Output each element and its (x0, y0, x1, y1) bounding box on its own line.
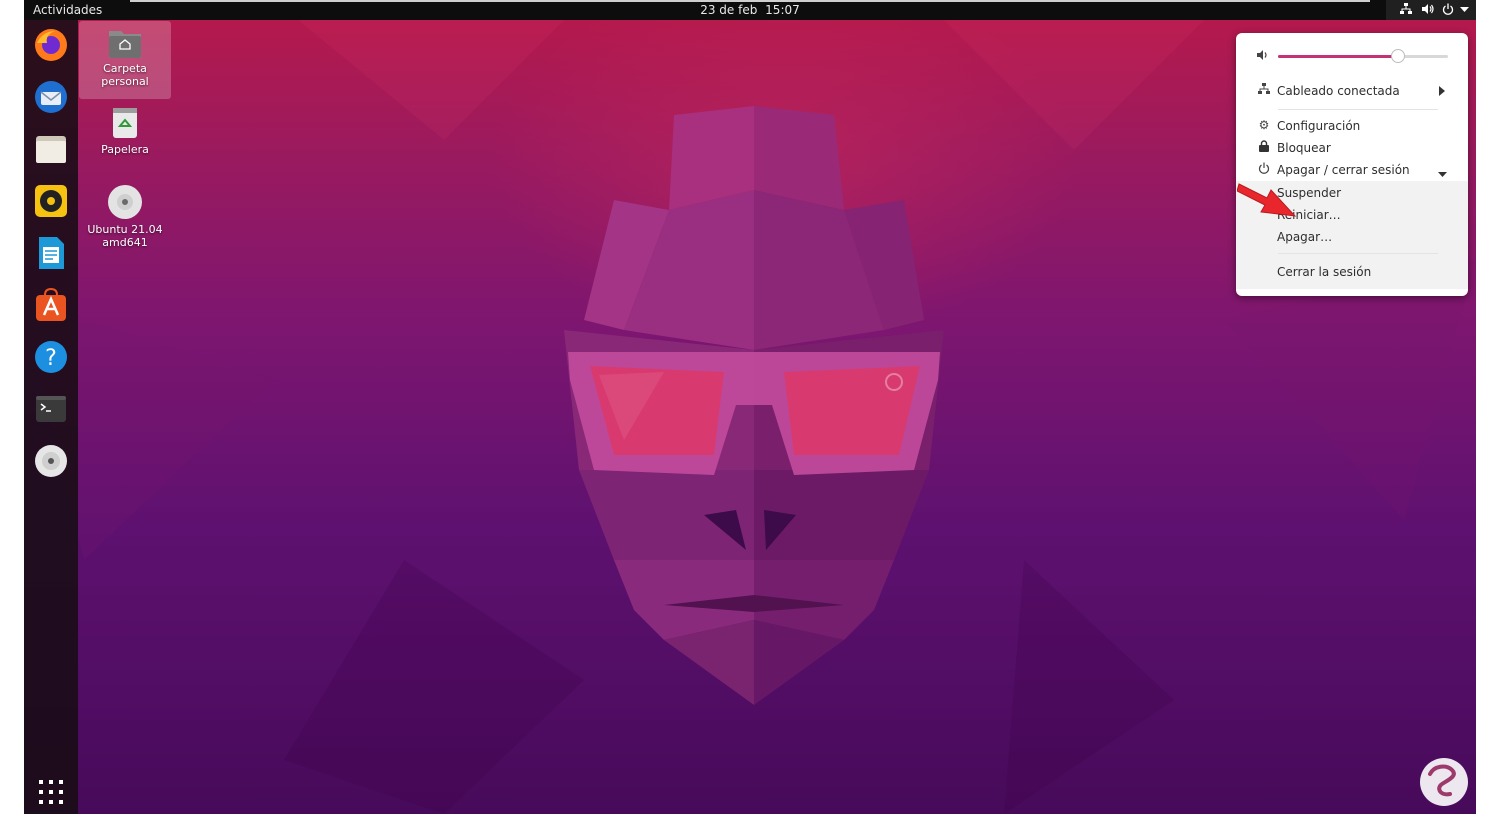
svg-text:?: ? (45, 346, 57, 371)
menu-item-label: Apagar / cerrar sesión (1277, 163, 1410, 177)
clock-time: 15:07 (765, 3, 800, 17)
software-center-icon[interactable] (33, 287, 69, 323)
volume-icon (1257, 49, 1270, 64)
menu-item-label: Configuración (1277, 119, 1361, 133)
thunderbird-icon[interactable] (33, 79, 69, 115)
clock-date: 23 de feb (700, 3, 758, 17)
chevron-down-icon (1460, 7, 1469, 12)
home-folder-icon (109, 31, 141, 58)
menu-item-settings[interactable]: ⚙ Configuración (1236, 115, 1468, 137)
menu-item-logout[interactable]: Cerrar la sesión (1236, 261, 1468, 283)
terminal-icon[interactable] (33, 391, 69, 427)
desktop-icon-trash[interactable]: Papelera (79, 104, 171, 156)
volume-slider-fill (1278, 55, 1397, 58)
libreoffice-writer-icon[interactable] (33, 235, 69, 271)
network-icon (1400, 3, 1412, 14)
top-bar: Actividades 23 de feb 15:07 (24, 0, 1476, 20)
menu-item-label: Bloquear (1277, 141, 1331, 155)
focus-indicator (130, 0, 1370, 2)
desktop-icon-label: Papelera (101, 143, 149, 156)
chevron-down-icon (1438, 167, 1447, 181)
desktop-icon-ubuntu-disc[interactable]: Ubuntu 21.04 amd641 (79, 184, 171, 249)
gear-icon: ⚙ (1258, 118, 1270, 132)
menu-item-network[interactable]: Cableado conectada (1236, 80, 1468, 102)
network-icon (1257, 83, 1271, 97)
menu-item-label: Apagar… (1277, 230, 1333, 244)
power-icon (1257, 162, 1271, 176)
menu-separator (1278, 253, 1438, 254)
menu-separator (1278, 109, 1438, 110)
desktop-icon-label: amd641 (102, 236, 148, 249)
system-tray[interactable] (1386, 0, 1476, 20)
menu-item-lock[interactable]: Bloquear (1236, 137, 1468, 159)
dock: ? (24, 20, 78, 814)
menu-item-label: Cableado conectada (1277, 84, 1400, 98)
annotation-arrow (1237, 183, 1297, 217)
menu-item-label: Cerrar la sesión (1277, 265, 1372, 279)
files-icon[interactable] (33, 131, 69, 167)
desktop-screen: Actividades 23 de feb 15:07 ? Carpeta pe… (24, 0, 1476, 814)
volume-slider-handle[interactable] (1391, 49, 1405, 63)
dvd-icon[interactable] (33, 443, 69, 479)
watermark-logo (1420, 758, 1468, 806)
power-icon (1442, 3, 1454, 15)
lock-icon (1257, 140, 1271, 154)
rhythmbox-icon[interactable] (33, 183, 69, 219)
desktop-icon-label: personal (101, 75, 149, 88)
volume-icon (1422, 4, 1434, 14)
chevron-right-icon (1439, 85, 1445, 99)
desktop-icon-home[interactable]: Carpeta personal (79, 21, 171, 99)
help-icon[interactable]: ? (33, 339, 69, 375)
volume-slider[interactable] (1278, 49, 1448, 63)
clock[interactable]: 23 de feb 15:07 (24, 3, 1476, 17)
desktop-icon-label: Ubuntu 21.04 (87, 223, 163, 236)
menu-item-power-off[interactable]: Apagar… (1236, 226, 1468, 248)
disc-icon (108, 185, 142, 219)
firefox-icon[interactable] (33, 27, 69, 63)
trash-icon (113, 108, 137, 138)
show-applications-icon[interactable] (39, 780, 63, 804)
system-menu: Cableado conectada ⚙ Configuración Bloqu… (1236, 33, 1468, 296)
desktop-icon-label: Carpeta (103, 62, 147, 75)
